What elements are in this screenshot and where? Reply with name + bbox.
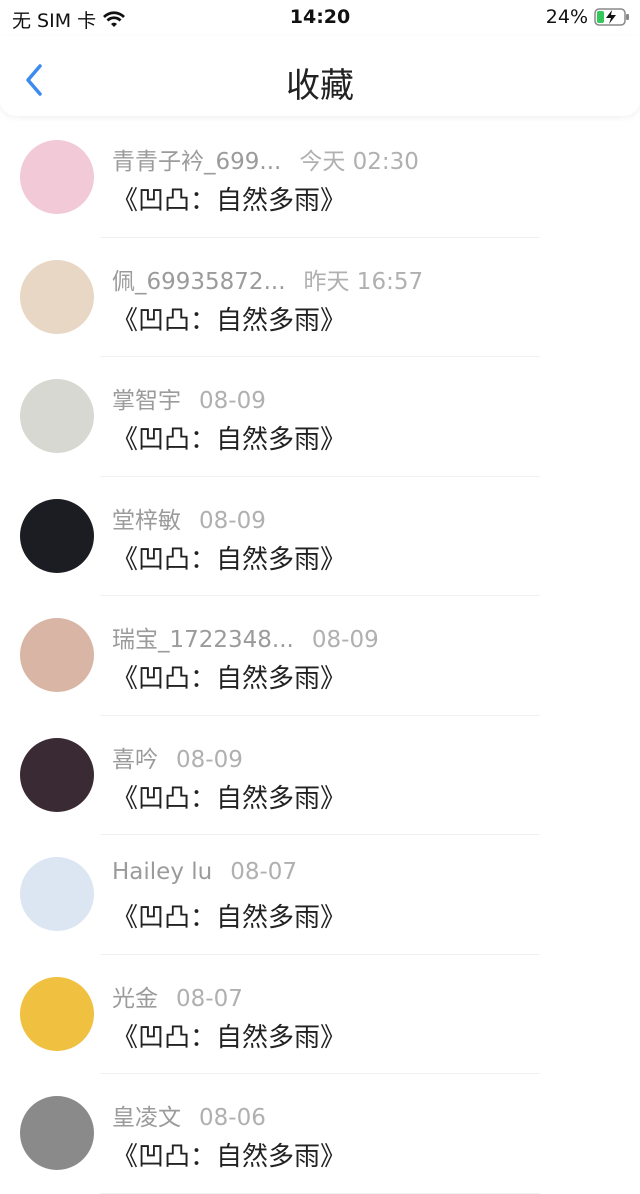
user-name: 瑞宝_1722348... [112, 627, 294, 653]
user-name: 青青子衿_699... [112, 149, 282, 175]
meta-line: Hailey lu 08-07 [112, 859, 297, 885]
avatar[interactable] [20, 498, 94, 573]
item-title: 《凹凸：自然多雨》 [112, 783, 347, 814]
item-title: 《凹凸：自然多雨》 [112, 1142, 347, 1172]
user-name: 佩_69935872... [112, 268, 286, 295]
avatar[interactable] [20, 379, 94, 453]
timestamp: 08-09 [199, 507, 266, 534]
user-name: 堂梓敏 [112, 507, 181, 534]
meta-line: 瑞宝_1722348... 08-09 [112, 620, 379, 654]
list-item[interactable]: 光金 08-07 《凹凸：自然多雨》 [0, 955, 640, 1074]
item-title: 《凹凸：自然多雨》 [112, 544, 347, 575]
timestamp: 08-07 [176, 985, 243, 1012]
status-right: 24% [546, 6, 630, 28]
user-name: 光金 [112, 985, 158, 1012]
meta-line: 皇凌文 08-06 [112, 1098, 266, 1132]
meta-line: 青青子衿_699... 今天 02:30 [112, 142, 419, 176]
list-item[interactable]: 掌智宇 08-09 《凹凸：自然多雨》 [0, 357, 640, 477]
avatar[interactable] [20, 976, 94, 1051]
avatar[interactable] [20, 618, 94, 692]
item-title: 《凹凸：自然多雨》 [112, 425, 347, 455]
status-bar: 无 SIM 卡 14:20 24% [0, 0, 640, 36]
battery-percent: 24% [545, 6, 588, 28]
list-item[interactable]: 喜吟 08-09 《凹凸：自然多雨》 [0, 716, 640, 835]
list-item[interactable]: 堂梓敏 08-09 《凹凸：自然多雨》 [0, 477, 640, 596]
avatar[interactable] [20, 1096, 94, 1170]
list-item[interactable]: Hailey lu 08-07 《凹凸：自然多雨》 [0, 835, 640, 955]
meta-line: 堂梓敏 08-09 [112, 501, 266, 535]
battery-charging-icon [594, 8, 629, 26]
meta-line: 佩_69935872... 昨天 16:57 [112, 262, 423, 296]
meta-line: 喜吟 08-09 [112, 740, 243, 774]
timestamp: 08-09 [311, 627, 379, 653]
list-item[interactable]: 皇凌文 08-06 《凹凸：自然多雨》 [0, 1074, 640, 1194]
timestamp: 08-06 [199, 1105, 266, 1131]
item-title: 《凹凸：自然多雨》 [112, 903, 347, 933]
timestamp: 08-09 [199, 388, 266, 414]
timestamp: 08-09 [176, 746, 243, 773]
timestamp: 今天 02:30 [299, 149, 419, 175]
divider [100, 1192, 540, 1194]
avatar[interactable] [20, 737, 94, 812]
user-name: 皇凌文 [112, 1105, 181, 1131]
user-name: 掌智宇 [112, 388, 181, 414]
list-item[interactable]: 佩_69935872... 昨天 16:57 《凹凸：自然多雨》 [0, 238, 640, 357]
timestamp: 昨天 16:57 [303, 268, 424, 295]
avatar[interactable] [20, 140, 94, 214]
list-item[interactable]: 瑞宝_1722348... 08-09 《凹凸：自然多雨》 [0, 596, 640, 716]
item-title: 《凹凸：自然多雨》 [112, 305, 347, 336]
navigation-bar: 收藏 [0, 36, 640, 116]
page-title: 收藏 [286, 66, 354, 106]
clock: 14:20 [289, 6, 351, 28]
meta-line: 光金 08-07 [112, 979, 243, 1013]
avatar[interactable] [20, 259, 94, 334]
favorites-list: 青青子衿_699... 今天 02:30 《凹凸：自然多雨》 佩_69935872… [0, 118, 640, 1194]
avatar[interactable] [20, 857, 94, 931]
item-title: 《凹凸：自然多雨》 [112, 1022, 347, 1053]
user-name: Hailey lu [112, 859, 213, 885]
meta-line: 掌智宇 08-09 [112, 381, 266, 415]
timestamp: 08-07 [230, 859, 298, 885]
list-item[interactable]: 青青子衿_699... 今天 02:30 《凹凸：自然多雨》 [0, 118, 640, 238]
item-title: 《凹凸：自然多雨》 [112, 664, 347, 694]
user-name: 喜吟 [112, 746, 158, 773]
item-title: 《凹凸：自然多雨》 [112, 186, 347, 216]
